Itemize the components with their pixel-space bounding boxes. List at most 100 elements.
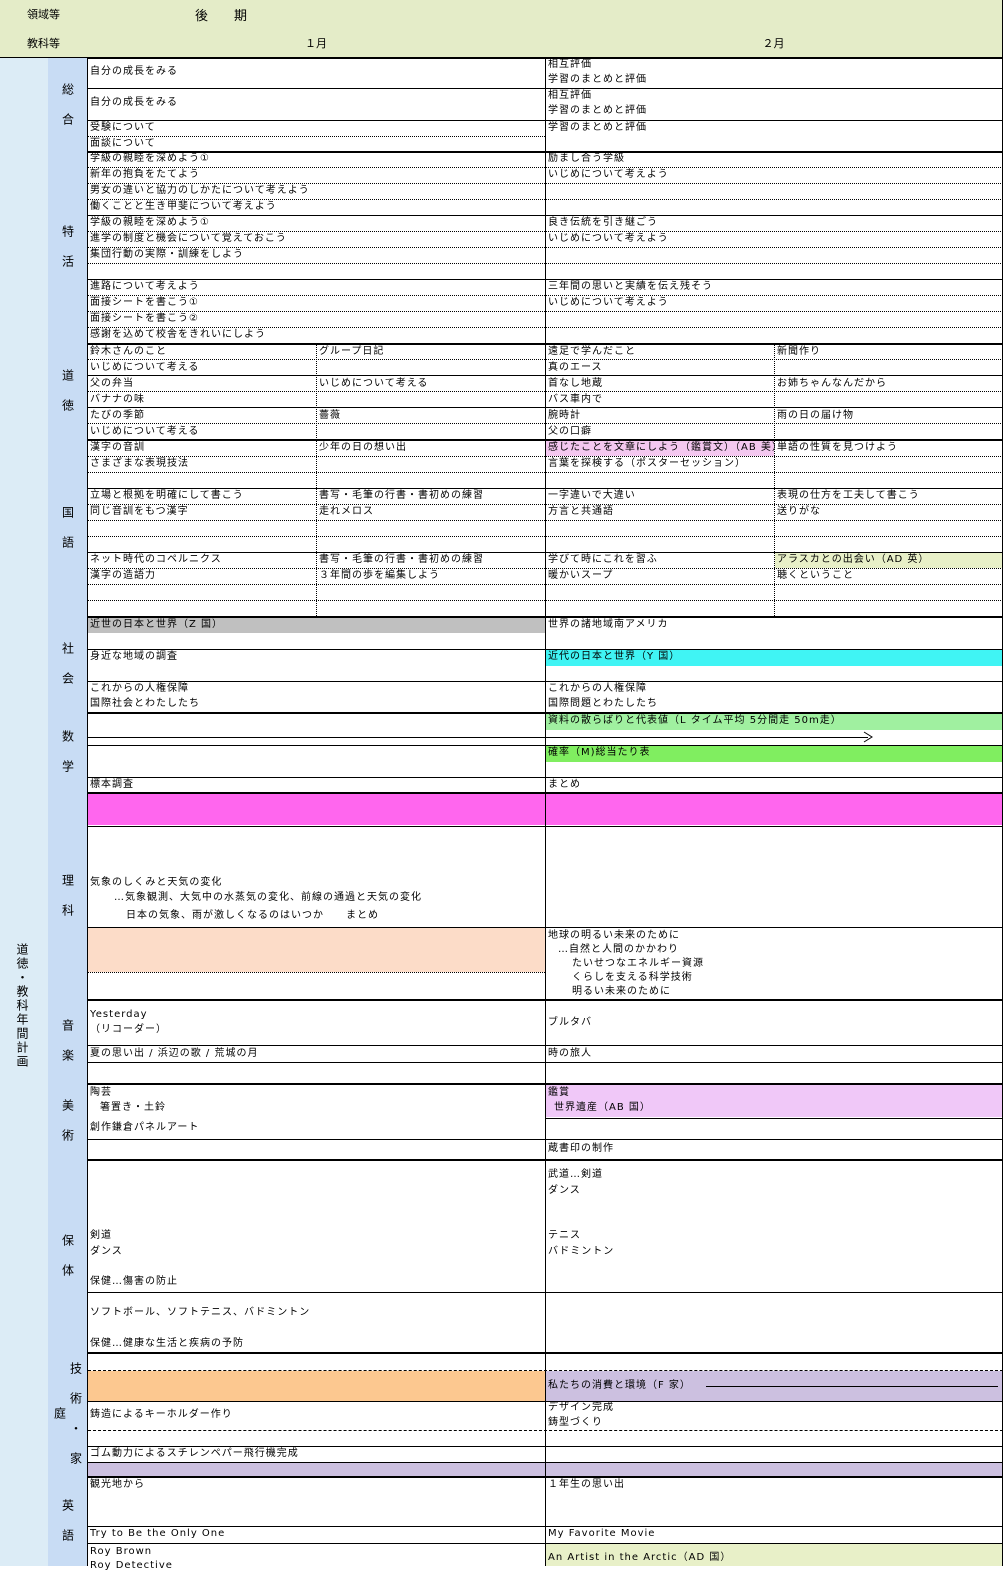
- bijutsu-cell-c2: 蔵書印の制作: [548, 1143, 614, 1154]
- dotoku-cell: 首なし地蔵: [548, 378, 603, 389]
- dotoku-cell: 父の弁当: [90, 378, 134, 389]
- eigo-cell-b2: My Favorite Movie: [548, 1528, 656, 1539]
- period-cell: 後 期: [87, 0, 1003, 29]
- tokkatsu-cell: 学級の親睦を深めよう①: [90, 153, 210, 164]
- fill-gika-orange: [88, 1371, 545, 1401]
- subject-eigo: 英 語: [48, 1476, 88, 1566]
- domain-label-cell: 領域等: [0, 0, 88, 29]
- grid-line: [546, 1118, 1003, 1119]
- dotoku-cell: バス車内で: [548, 394, 603, 405]
- sogo-cell-a2: 相互評価: [548, 59, 592, 70]
- sogo-cell-a1: 自分の成長をみる: [90, 66, 178, 77]
- kokugo-cell: 立場と根拠を明確にして書こう: [90, 490, 244, 501]
- subject-sogo: 総 合: [48, 58, 88, 153]
- dotoku-cell: いじめについて考える: [90, 426, 200, 437]
- subject-bijutsu-label: 美 術: [60, 1099, 75, 1143]
- subject-label: 教科等: [27, 36, 60, 50]
- subject-tokkatsu: 特 活: [48, 151, 88, 345]
- shakai-cell-c2: これからの人権保障: [548, 683, 647, 694]
- shakai-cell-c1: これからの人権保障: [90, 683, 189, 694]
- sugaku-cell-c2: まとめ: [548, 779, 581, 790]
- sogo-cell-c3: 面談について: [90, 138, 156, 149]
- tokkatsu-cell: 進学の制度と機会について覚えておこう: [90, 233, 287, 244]
- hotai-cell-b2: ダンス: [90, 1246, 123, 1257]
- subject-shakai-label: 社 会: [60, 642, 75, 686]
- sogo-cell-b3: 学習のまとめと評価: [548, 105, 647, 116]
- subject-shakai: 社 会: [48, 616, 88, 714]
- rika-cell-m4: くらしを支える科学技術: [572, 972, 693, 983]
- shakai-cell-a1: 近世の日本と世界（Z 国）: [90, 619, 224, 630]
- sogo-cell-c1: 受験について: [90, 122, 156, 133]
- kokugo-cell: 漢字の音訓: [90, 442, 145, 453]
- eigo-cell-b1: Try to Be the Only One: [90, 1528, 226, 1539]
- subject-tokkatsu-label: 特 活: [60, 225, 75, 269]
- gika-arrow-line: [706, 1386, 998, 1387]
- dotoku-cell: 真のエース: [548, 362, 603, 373]
- gika-cell-c1: ゴム動力によるスチレンペパー飛行機完成: [90, 1448, 299, 1459]
- dotoku-cell: 父の口癖: [548, 426, 592, 437]
- hotai-cell-a3: ダンス: [548, 1185, 581, 1196]
- sogo-cell-c2: 学習のまとめと評価: [548, 122, 647, 133]
- kokugo-cell: 言葉を探検する（ポスターセッション）: [548, 458, 746, 469]
- tokkatsu-cell: 感謝を込めて校舎をきれいにしよう: [90, 329, 266, 340]
- ongaku-cell-a2: （リコーダー）: [90, 1024, 167, 1035]
- subject-rika: 理 科: [48, 792, 88, 1001]
- dotoku-cell: いじめについて考える: [319, 378, 429, 389]
- sugaku-arrow-line: [88, 737, 868, 738]
- subject-label-cell: 教科等: [0, 28, 88, 59]
- month-1-cell: １月: [87, 28, 546, 59]
- shakai-cell-b1: 身近な地域の調査: [90, 651, 178, 662]
- rika-cell-m5: 明るい未来のために: [572, 986, 671, 997]
- subject-kokugo: 国 語: [48, 439, 88, 618]
- month-2-cell: ２月: [545, 28, 1003, 59]
- subject-hotai-label: 保 体: [60, 1233, 75, 1278]
- tokkatsu-cell: いじめについて考えよう: [548, 297, 669, 308]
- ongaku-cell-b2: 時の旅人: [548, 1048, 592, 1059]
- kokugo-cell: 聴くということ: [777, 570, 854, 581]
- kokugo-cell: 単語の性質を見つけよう: [777, 442, 898, 453]
- dotoku-cell: 新聞作り: [777, 346, 821, 357]
- bijutsu-cell-a1: 陶芸: [90, 1087, 112, 1098]
- kokugo-cell: 書写・毛筆の行書・書初めの練習: [319, 490, 484, 501]
- gika-cell-b3: 鋳型づくり: [548, 1417, 603, 1428]
- tokkatsu-cell: 良き伝統を引き継ごう: [548, 217, 658, 228]
- tokkatsu-cell: いじめについて考えよう: [548, 169, 669, 180]
- eigo-cell-c3: Roy Detective: [90, 1560, 173, 1571]
- sogo-cell-b2: 相互評価: [548, 90, 592, 101]
- dotoku-cell: グループ日記: [319, 346, 385, 357]
- subject-gika-label: 技 術 ・ 家 庭: [52, 1362, 83, 1466]
- eigo-cell-a2: １年生の思い出: [548, 1479, 625, 1490]
- shakai-cell-b2: 近代の日本と世界（Y 国）: [548, 651, 681, 662]
- bijutsu-cell-a2: 箸置き・土鈴: [100, 1102, 166, 1113]
- rika-cell-m1: 地球の明るい未来のために: [548, 930, 680, 941]
- bijutsu-cell-a4: 世界遺産（AB 国）: [554, 1102, 651, 1113]
- grid-line: [88, 972, 545, 973]
- kokugo-cell: ネット時代のコペルニクス: [90, 554, 222, 565]
- tokkatsu-cell: 面接シートを書こう②: [90, 313, 199, 324]
- tokkatsu-cell: 励まし合う学級: [548, 153, 625, 164]
- month-1-label: １月: [305, 36, 327, 50]
- gika-cell-b2: デザイン完成: [548, 1402, 614, 1413]
- subject-hotai: 保 体: [48, 1159, 88, 1354]
- rika-cell-l2: …気象観測、大気中の水蒸気の変化、前線の通過と天気の変化: [114, 892, 422, 903]
- subject-rika-label: 理 科: [60, 873, 75, 918]
- grid-line: [88, 136, 545, 137]
- kokugo-cell: アラスカとの出会い（AD 英）: [777, 554, 930, 565]
- tokkatsu-cell: 進路について考えよう: [90, 281, 200, 292]
- subject-sugaku: 数 学: [48, 712, 88, 794]
- period-label: 後 期: [195, 8, 248, 24]
- sugaku-cell-c1: 標本調査: [90, 779, 134, 790]
- kokugo-cell: 暖かいスープ: [548, 570, 614, 581]
- dotoku-cell: 雨の日の届け物: [777, 410, 854, 421]
- hotai-cell-b3: テニス: [548, 1230, 581, 1241]
- rika-cell-l3: 日本の気象、雨が激しくなるのはいつか まとめ: [126, 910, 379, 921]
- rika-cell-m2: …自然と人間のかかわり: [558, 944, 679, 955]
- bijutsu-cell-a3: 鑑賞: [548, 1087, 570, 1098]
- tokkatsu-cell: いじめについて考えよう: [548, 233, 669, 244]
- subject-sugaku-label: 数 学: [60, 730, 75, 774]
- kokugo-cell: 表現の仕方を工夫して書こう: [777, 490, 920, 501]
- kokugo-cell: 漢字の造語力: [90, 570, 156, 581]
- dotoku-cell: 薔薇: [319, 410, 341, 421]
- subject-kokugo-label: 国 語: [60, 505, 75, 550]
- kokugo-cell: 同じ音訓をもつ漢字: [90, 506, 189, 517]
